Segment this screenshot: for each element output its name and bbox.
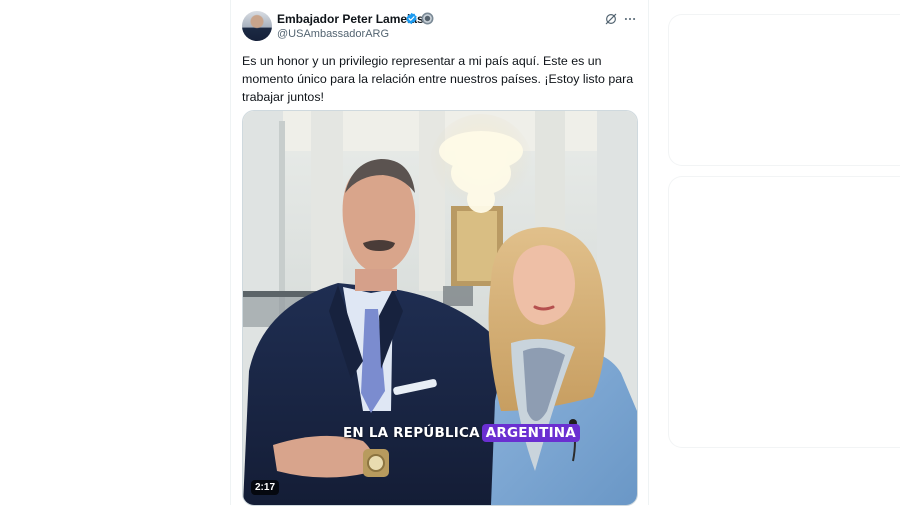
right-column-divider: [648, 0, 649, 505]
sidebar-card-faded: [668, 14, 900, 166]
sidebar-card-faded: [668, 176, 900, 448]
author-display-name[interactable]: Embajador Peter Lamelas: [277, 12, 424, 26]
government-affiliation-icon[interactable]: [421, 12, 434, 25]
video-duration-badge: 2:17: [251, 480, 280, 495]
video-caption: EN LA REPÚBLICA ARGENTINA: [343, 422, 580, 444]
author-badges: [405, 12, 434, 25]
caption-highlight: ARGENTINA: [481, 424, 580, 442]
video-player[interactable]: EN LA REPÚBLICA ARGENTINA 2:17: [242, 110, 638, 506]
tweet-text: Es un honor y un privilegio representar …: [242, 54, 634, 104]
verified-badge-icon[interactable]: [405, 12, 418, 25]
left-column-divider: [230, 0, 231, 505]
grok-icon[interactable]: [604, 12, 618, 26]
author-handle[interactable]: @USAmbassadorARG: [277, 28, 389, 40]
avatar[interactable]: [242, 11, 272, 41]
video-frame: [243, 111, 637, 505]
tweet: Embajador Peter Lamelas @USAmbassadorARG: [232, 0, 646, 506]
more-options-icon[interactable]: [623, 12, 637, 26]
caption-text: EN LA REPÚBLICA: [343, 425, 480, 441]
